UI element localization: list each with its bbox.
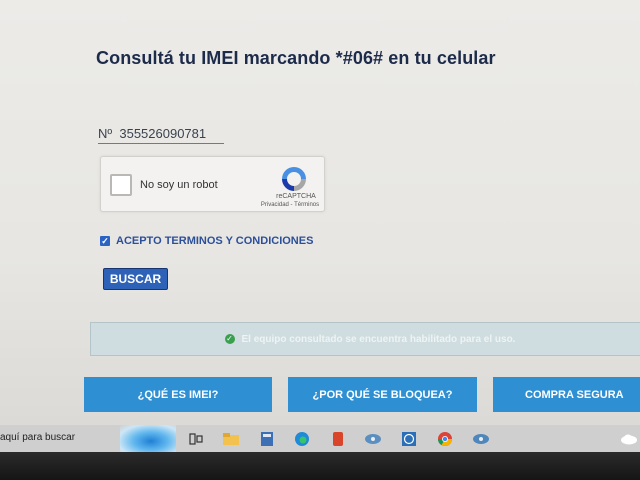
file-explorer-icon[interactable] bbox=[220, 429, 242, 448]
imei-input[interactable] bbox=[98, 124, 224, 144]
recaptcha-links[interactable]: Privacidad - Términos bbox=[257, 202, 323, 208]
office-icon[interactable] bbox=[327, 429, 349, 448]
search-button[interactable]: BUSCAR bbox=[103, 268, 168, 290]
recaptcha-logo-icon bbox=[282, 167, 306, 191]
weather-widget-icon[interactable] bbox=[120, 425, 176, 452]
task-view-icon[interactable] bbox=[185, 429, 207, 448]
clock-icon[interactable] bbox=[398, 429, 420, 448]
safe-purchase-button[interactable]: COMPRA SEGURA bbox=[493, 377, 640, 412]
check-circle-icon: ✓ bbox=[224, 334, 235, 344]
recaptcha-checkbox[interactable] bbox=[110, 174, 132, 196]
monitor-bezel bbox=[0, 452, 640, 480]
recaptcha-label: No soy un robot bbox=[140, 179, 218, 191]
taskbar-search[interactable]: aquí para buscar bbox=[0, 432, 75, 443]
alert-text: El equipo consultado se encuentra habili… bbox=[241, 333, 516, 345]
windows-taskbar: aquí para buscar bbox=[0, 425, 640, 452]
app-icon-2[interactable] bbox=[470, 429, 492, 448]
app-icon[interactable] bbox=[362, 429, 384, 448]
recaptcha-brand: reCAPTCHA bbox=[276, 193, 316, 200]
terms-row[interactable]: ✓ ACEPTO TERMINOS Y CONDICIONES bbox=[100, 235, 313, 247]
main-page: Consultá tu IMEI marcando *#06# en tu ce… bbox=[0, 0, 640, 425]
terms-label[interactable]: ACEPTO TERMINOS Y CONDICIONES bbox=[116, 235, 313, 247]
terms-checkbox[interactable]: ✓ bbox=[100, 236, 110, 246]
recaptcha-widget: No soy un robot reCAPTCHA Privacidad - T… bbox=[100, 156, 325, 212]
why-blocked-button[interactable]: ¿POR QUÉ SE BLOQUEA? bbox=[288, 377, 477, 412]
network-icon[interactable] bbox=[618, 429, 640, 448]
calculator-icon[interactable] bbox=[256, 429, 278, 448]
page-title: Consultá tu IMEI marcando *#06# en tu ce… bbox=[96, 48, 496, 68]
imei-info-button[interactable]: ¿QUÉ ES IMEI? bbox=[84, 377, 272, 412]
chrome-icon[interactable] bbox=[434, 429, 456, 448]
edge-icon[interactable] bbox=[291, 429, 313, 448]
status-alert: ✓ El equipo consultado se encuentra habi… bbox=[90, 322, 640, 356]
